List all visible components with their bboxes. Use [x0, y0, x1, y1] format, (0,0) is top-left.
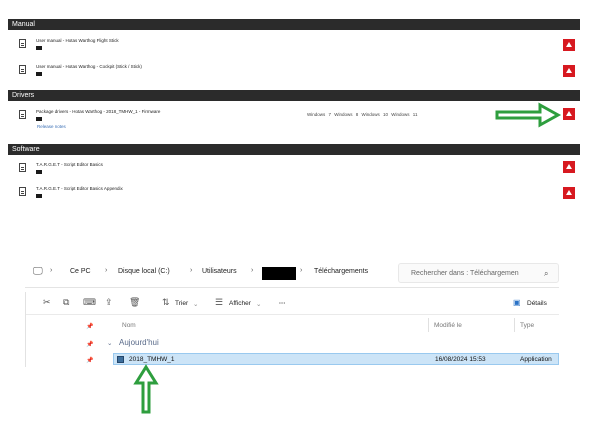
- release-notes-link[interactable]: Release notes: [37, 124, 66, 129]
- file-row-selected[interactable]: 2018_TMHW_1 16/08/2024 15:53 Application: [113, 353, 559, 365]
- download-button[interactable]: [563, 187, 575, 199]
- command-bar: ✂ ⧉ ⌨ ⇪ 🗑 ⇅ Trier ⌄ ☰ Afficher ⌄ ··· ▣ D…: [25, 292, 559, 315]
- view-button[interactable]: Afficher: [229, 300, 251, 307]
- green-arrow-right-annotation: [495, 102, 562, 128]
- section-header-drivers: Drivers: [8, 90, 580, 101]
- section-header-software: Software: [8, 144, 580, 155]
- copy-icon[interactable]: ⧉: [63, 298, 69, 307]
- os-compatibility: Windows 7 Windows 8 Windows 10 Windows 1…: [307, 112, 418, 117]
- chevron-right-icon: ›: [300, 267, 303, 274]
- flag-icon: [36, 117, 42, 121]
- download-button[interactable]: [563, 65, 575, 77]
- more-options-button[interactable]: ···: [279, 300, 286, 307]
- breadcrumb-users[interactable]: Utilisateurs: [202, 268, 237, 275]
- green-arrow-up-annotation: [133, 364, 159, 414]
- redacted-username: [262, 267, 296, 280]
- pin-icon: 📌: [86, 342, 94, 348]
- column-header-type[interactable]: Type: [520, 322, 534, 329]
- row-title[interactable]: Package drivers - Hotas Warthog - 2018_T…: [36, 109, 160, 114]
- pin-icon: 📌: [86, 324, 94, 330]
- column-divider[interactable]: [514, 318, 515, 332]
- pin-icon: 📌: [86, 358, 94, 364]
- search-icon: ⌕: [544, 269, 549, 278]
- document-icon: [19, 187, 26, 196]
- file-modified: 16/08/2024 15:53: [435, 356, 486, 363]
- software-row-1: T.A.R.G.E.T - Script Editor Basics: [8, 159, 580, 181]
- breadcrumb-drive[interactable]: Disque local (C:): [118, 268, 170, 275]
- column-header-name[interactable]: Nom: [122, 322, 136, 329]
- cut-icon[interactable]: ✂: [43, 298, 51, 307]
- search-input[interactable]: Rechercher dans : Téléchargemen ⌕: [398, 263, 559, 283]
- breadcrumb-downloads[interactable]: Téléchargements: [314, 268, 368, 275]
- manual-row-1: User manual - Hotas Warthog Flight Stick: [8, 35, 580, 57]
- document-icon: [19, 110, 26, 119]
- flag-icon: [36, 72, 42, 76]
- chevron-down-icon: ⌄: [193, 301, 199, 308]
- file-type: Application: [520, 356, 552, 363]
- view-icon: ☰: [215, 297, 224, 307]
- manual-row-2: User manual - Hotas Warthog - Cockpit (S…: [8, 61, 580, 83]
- chevron-down-icon[interactable]: ⌄: [107, 339, 112, 347]
- column-divider[interactable]: [428, 318, 429, 332]
- share-icon[interactable]: ⇪: [105, 298, 113, 307]
- chevron-down-icon: ⌄: [256, 301, 262, 308]
- flag-icon: [36, 170, 42, 174]
- row-title[interactable]: T.A.R.G.E.T - Script Editor Basics: [36, 162, 103, 167]
- chevron-right-icon: ›: [190, 267, 193, 274]
- delete-icon[interactable]: 🗑: [129, 298, 140, 307]
- chevron-right-icon: ›: [50, 267, 53, 274]
- column-header-modified[interactable]: Modifié le: [434, 322, 462, 329]
- chevron-right-icon: ›: [251, 267, 254, 274]
- row-title[interactable]: User manual - Hotas Warthog Flight Stick: [36, 38, 119, 43]
- flag-icon: [36, 46, 42, 50]
- row-title[interactable]: T.A.R.G.E.T - Script Editor Basics Appen…: [36, 186, 123, 191]
- document-icon: [19, 163, 26, 172]
- file-name[interactable]: 2018_TMHW_1: [129, 356, 175, 363]
- application-icon: [117, 356, 124, 363]
- download-button[interactable]: [563, 39, 575, 51]
- search-placeholder: Rechercher dans : Téléchargemen: [411, 270, 519, 277]
- chevron-right-icon: ›: [105, 267, 108, 274]
- sort-button[interactable]: Trier: [175, 300, 188, 307]
- section-header-manual: Manual: [8, 19, 580, 30]
- breadcrumb-pc[interactable]: Ce PC: [70, 268, 91, 275]
- rename-icon[interactable]: ⌨: [83, 298, 96, 307]
- software-row-2: T.A.R.G.E.T - Script Editor Basics Appen…: [8, 183, 580, 205]
- document-icon: [19, 65, 26, 74]
- details-button[interactable]: Détails: [527, 300, 547, 307]
- sort-icon: ⇅: [162, 297, 170, 307]
- flag-icon: [36, 194, 42, 198]
- download-button[interactable]: [563, 161, 575, 173]
- details-pane-icon: ▣: [513, 298, 521, 307]
- group-header-today[interactable]: Aujourd'hui: [119, 338, 159, 347]
- navigation-pane-divider: [25, 292, 26, 367]
- monitor-icon: 🖵: [33, 266, 43, 277]
- row-title[interactable]: User manual - Hotas Warthog - Cockpit (S…: [36, 64, 142, 69]
- download-button[interactable]: [563, 108, 575, 120]
- document-icon: [19, 39, 26, 48]
